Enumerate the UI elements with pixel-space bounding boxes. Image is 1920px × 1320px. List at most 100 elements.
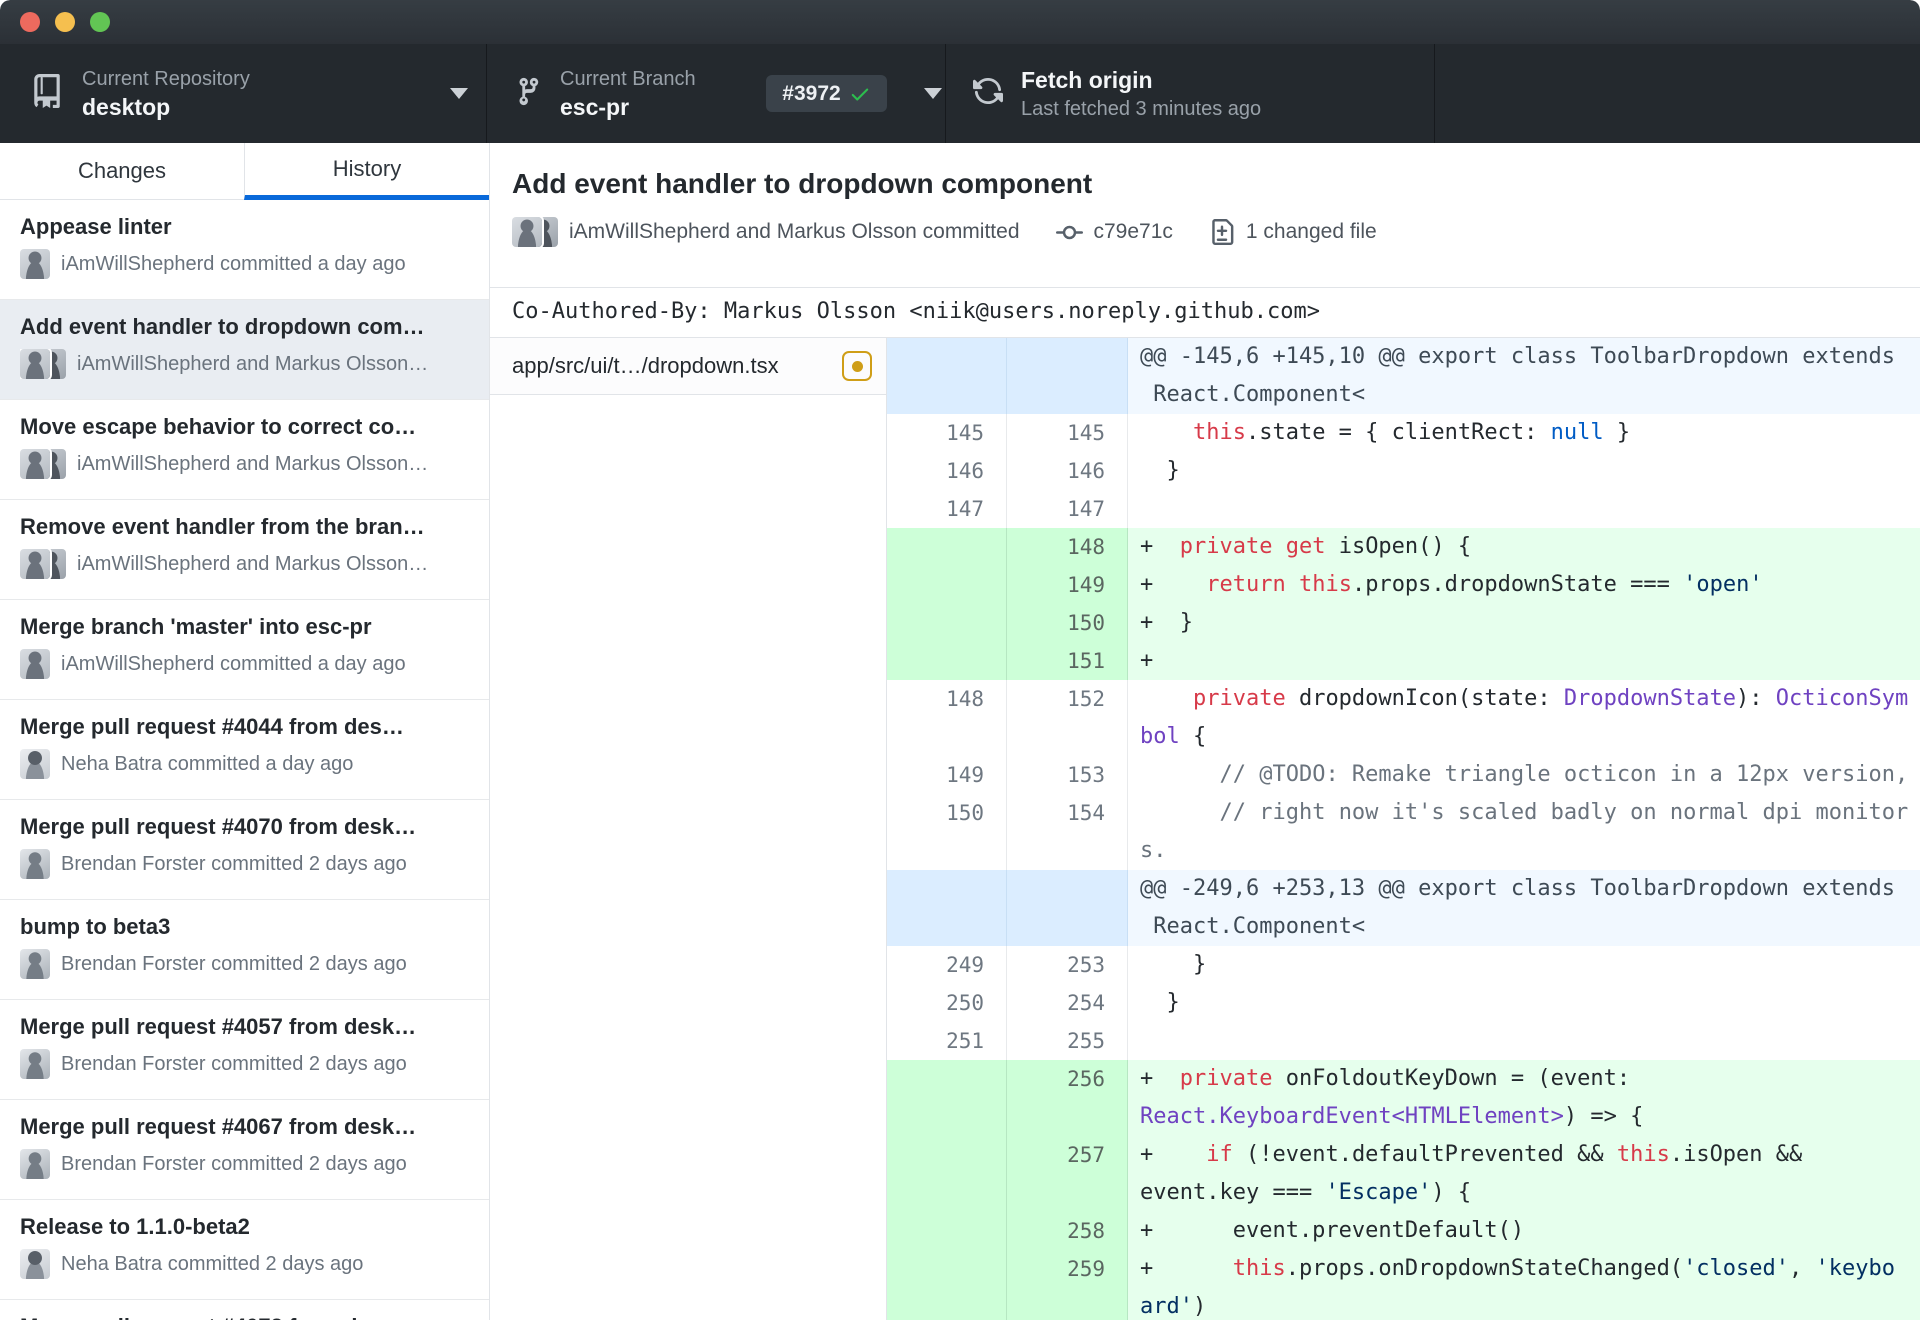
history-sidebar: Changes History Appease linter iAmWillShep… [0, 143, 490, 1320]
commit-item-meta: Brendan Forster committed 2 days ago [20, 949, 471, 979]
commit-list-item[interactable]: Merge pull request #4044 from des… Neha B… [0, 700, 489, 800]
commit-list-item[interactable]: Move escape behavior to correct co… iAmWi… [0, 400, 489, 500]
commit-list-item[interactable]: Appease linter iAmWillShepherd committed … [0, 200, 489, 300]
check-icon [851, 88, 868, 101]
commit-item-meta-text: iAmWillShepherd and Markus Olsson… [77, 552, 429, 575]
diff-row-hunk: @@ -145,6 +145,10 @@ export class Toolba… [887, 338, 1920, 414]
author-avatars [20, 949, 50, 979]
commit-item-title: Merge branch 'master' into esc-pr [20, 614, 372, 639]
new-line-number [1007, 870, 1128, 946]
repo-icon [30, 73, 64, 114]
file-path: app/src/ui/t…/dropdown.tsx [512, 353, 779, 378]
author-avatars [20, 449, 66, 479]
chevron-down-icon [924, 88, 942, 99]
commit-title: Add event handler to dropdown component [512, 168, 1093, 199]
avatar [20, 349, 50, 379]
chevron-down-icon [450, 88, 468, 99]
commit-list-item[interactable]: Merge pull request #4067 from desk… Brend… [0, 1100, 489, 1200]
commit-item-meta-text: Neha Batra committed a day ago [61, 752, 354, 775]
commit-item-meta: iAmWillShepherd and Markus Olsson… [20, 449, 471, 479]
repository-label: Current Repository [82, 67, 250, 90]
branch-name: esc-pr [560, 93, 630, 120]
new-line-number: 150 [1007, 604, 1128, 642]
old-line-number: 251 [887, 1022, 1007, 1060]
old-line-number: 146 [887, 452, 1007, 490]
branch-picker-button[interactable]: Current Branch esc-pr #3972 [487, 44, 946, 143]
commit-list-item[interactable]: Merge pull request #4070 from desk… Brend… [0, 800, 489, 900]
avatar [20, 1249, 50, 1279]
changed-file-row[interactable]: app/src/ui/t…/dropdown.tsx [490, 338, 886, 395]
author-avatars [20, 249, 50, 279]
diff-code: + return this.props.dropdownState === 'o… [1128, 566, 1920, 604]
commit-item-title: Merge pull request #4070 from desk… [20, 814, 417, 839]
commit-item-meta: iAmWillShepherd and Markus Olsson… [20, 549, 471, 579]
minimize-button[interactable] [55, 12, 75, 32]
new-line-number: 149 [1007, 566, 1128, 604]
old-line-number: 147 [887, 490, 1007, 528]
new-line-number: 258 [1007, 1212, 1128, 1250]
old-line-number: 250 [887, 984, 1007, 1022]
pr-number: #3972 [782, 81, 841, 105]
new-line-number: 147 [1007, 490, 1128, 528]
diff-row-add: 149 + return this.props.dropdownState ===… [887, 566, 1920, 604]
commit-list-item[interactable]: Add event handler to dropdown com… iAmWil… [0, 300, 489, 400]
commit-item-meta: iAmWillShepherd and Markus Olsson… [20, 349, 471, 379]
new-line-number [1007, 338, 1128, 414]
commit-list-item[interactable]: Remove event handler from the bran… iAmWi… [0, 500, 489, 600]
maximize-button[interactable] [90, 12, 110, 32]
diff-code: + private onFoldoutKeyDown = (event: Rea… [1128, 1060, 1920, 1136]
avatar [20, 549, 50, 579]
diff-code: // right now it's scaled badly on normal… [1128, 794, 1920, 870]
old-line-number: 149 [887, 756, 1007, 794]
author-avatars [20, 1249, 50, 1279]
commit-list-item[interactable]: bump to beta3 Brendan Forster committed 2… [0, 900, 489, 1000]
commit-item-title: Appease linter [20, 214, 172, 239]
new-line-number: 255 [1007, 1022, 1128, 1060]
commit-list-item[interactable]: Merge branch 'master' into esc-pr iAmWill… [0, 600, 489, 700]
repository-name: desktop [82, 93, 171, 120]
commit-item-meta-text: iAmWillShepherd committed a day ago [61, 652, 406, 675]
commit-list-item[interactable]: Release to 1.1.0-beta2 Neha Batra committ… [0, 1200, 489, 1300]
diff-row-add: 148 + private get isOpen() { [887, 528, 1920, 566]
author-avatars [20, 549, 66, 579]
new-line-number: 253 [1007, 946, 1128, 984]
commit-list-item[interactable]: Merge pull request #4072 from d… [0, 1300, 489, 1320]
sync-icon [973, 76, 1003, 111]
new-line-number: 257 [1007, 1136, 1128, 1212]
commit-item-meta-text: iAmWillShepherd and Markus Olsson… [77, 452, 429, 475]
commit-item-meta-text: Brendan Forster committed 2 days ago [61, 1052, 407, 1075]
commit-item-meta: Neha Batra committed 2 days ago [20, 1249, 471, 1279]
diff-code: } [1128, 984, 1920, 1022]
github-desktop-window: Current Repository desktop Current Branc… [0, 0, 1920, 1320]
new-line-number: 145 [1007, 414, 1128, 452]
git-branch-icon [512, 74, 542, 113]
commit-item-title: Merge pull request #4044 from des… [20, 714, 404, 739]
diff-row-hunk: @@ -249,6 +253,13 @@ export class Toolba… [887, 870, 1920, 946]
diff-row-ctx: 147 147 [887, 490, 1920, 528]
repository-picker-button[interactable]: Current Repository desktop [0, 44, 487, 143]
fetch-origin-button[interactable]: Fetch origin Last fetched 3 minutes ago [946, 44, 1435, 143]
commit-item-meta: Brendan Forster committed 2 days ago [20, 1049, 471, 1079]
author-avatars [20, 749, 50, 779]
author-avatars [20, 1149, 50, 1179]
close-button[interactable] [20, 12, 40, 32]
new-line-number: 154 [1007, 794, 1128, 870]
author-avatars [20, 349, 66, 379]
fetch-subtitle: Last fetched 3 minutes ago [1021, 98, 1262, 120]
tab-changes[interactable]: Changes [0, 143, 244, 200]
old-line-number [887, 1212, 1007, 1250]
avatar [20, 1149, 50, 1179]
avatar [20, 449, 50, 479]
old-line-number [887, 338, 1007, 414]
diff-row-ctx: 249 253 } [887, 946, 1920, 984]
tab-history[interactable]: History [244, 143, 489, 200]
diff-code: } [1128, 946, 1920, 984]
old-line-number [887, 642, 1007, 680]
new-line-number: 259 [1007, 1250, 1128, 1320]
diff-view: app/src/ui/t…/dropdown.tsx @@ -145,6 +14… [490, 338, 1920, 1320]
author-avatars [20, 649, 50, 679]
old-line-number [887, 1250, 1007, 1320]
new-line-number: 146 [1007, 452, 1128, 490]
commit-list-item[interactable]: Merge pull request #4057 from desk… Brend… [0, 1000, 489, 1100]
avatar [20, 849, 50, 879]
